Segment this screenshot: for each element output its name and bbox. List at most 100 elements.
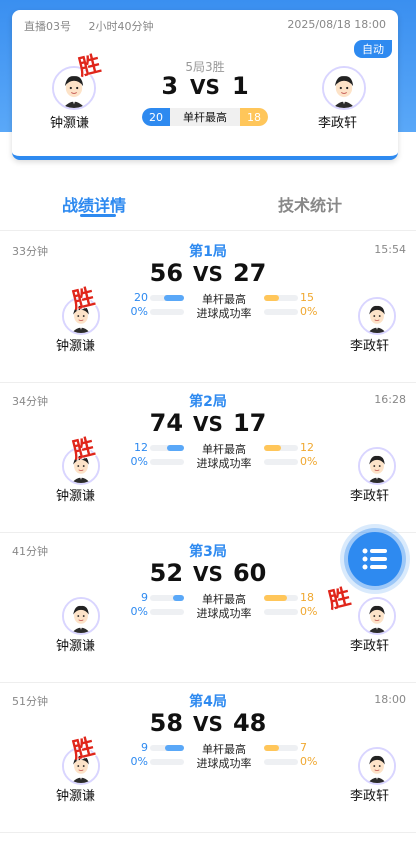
left-game-score: 74 <box>149 409 184 437</box>
game-time: 18:00 <box>374 693 406 706</box>
tab-match-details[interactable]: 战绩详情 <box>62 192 126 216</box>
avatar-image <box>360 749 394 783</box>
left-rate-bar <box>150 759 184 765</box>
list-icon <box>362 548 387 570</box>
right-best-fill <box>264 445 281 451</box>
success-rate-row: 0% 进球成功率 0% <box>130 755 318 770</box>
left-rate-bar <box>150 609 184 615</box>
right-best-value: 7 <box>300 741 307 754</box>
right-best-bar <box>264 595 298 601</box>
right-rate-value: 0% <box>300 755 318 768</box>
game-title: 第2局 <box>189 394 227 410</box>
left-best-fill <box>167 445 184 451</box>
avatar-image <box>360 449 394 483</box>
avatar-image <box>64 599 98 633</box>
menu-fab[interactable] <box>340 524 410 594</box>
avatar-image <box>360 299 394 333</box>
right-best-fill <box>264 295 279 301</box>
left-best-break: 20 <box>142 108 170 126</box>
right-rate-value: 0% <box>300 455 318 468</box>
right-player-avatar[interactable] <box>358 747 396 785</box>
right-best-bar <box>264 445 298 451</box>
left-player-name: 钟灏谦 <box>56 789 96 804</box>
right-game-score: 48 <box>232 709 267 737</box>
vs-label: VS <box>193 412 223 436</box>
right-rate-bar <box>264 309 298 315</box>
game-time: 15:54 <box>374 243 406 256</box>
left-best-bar <box>150 745 184 751</box>
success-rate-label: 进球成功率 <box>196 457 252 470</box>
left-game-score: 56 <box>149 259 184 287</box>
match-datetime: 2025/08/18 18:00 <box>287 18 386 31</box>
best-break-row: 20 单杆最高 15 <box>130 291 316 306</box>
game-score: 58 VS 48 <box>0 709 416 737</box>
left-best-fill <box>173 595 184 601</box>
right-player-avatar[interactable] <box>358 447 396 485</box>
success-rate-label: 进球成功率 <box>196 757 252 770</box>
success-rate-row: 0% 进球成功率 0% <box>130 305 318 320</box>
game-title: 第1局 <box>189 244 227 260</box>
game-card[interactable]: 34分钟 第2局 16:28 74 VS 17 12 单杆最高 12 0% 进球成功率 0% 钟灏谦 李政… <box>0 383 416 533</box>
success-rate-label: 进球成功率 <box>196 607 252 620</box>
game-title: 第4局 <box>189 694 227 710</box>
success-rate-row: 0% 进球成功率 0% <box>130 455 318 470</box>
right-game-score: 17 <box>232 409 267 437</box>
left-rate-bar <box>150 309 184 315</box>
left-best-bar <box>150 295 184 301</box>
right-rate-bar <box>264 759 298 765</box>
left-game-score: 52 <box>149 559 184 587</box>
left-best-value: 9 <box>141 741 148 754</box>
game-card[interactable]: 33分钟 第1局 15:54 56 VS 27 20 单杆最高 15 0% 进球成功率 0% 钟灏谦 李政… <box>0 233 416 383</box>
game-score: 74 VS 17 <box>0 409 416 437</box>
left-total-score: 3 <box>161 72 179 100</box>
left-best-fill <box>165 745 184 751</box>
vs-label: VS <box>193 262 223 286</box>
left-player-avatar[interactable] <box>62 597 100 635</box>
right-player-avatar[interactable] <box>358 297 396 335</box>
right-best-fill <box>264 745 279 751</box>
match-summary-card: 直播03号 2小时40分钟 2025/08/18 18:00 自动 胜 钟灏谦 <box>12 10 398 160</box>
right-best-bar <box>264 745 298 751</box>
left-best-bar <box>150 595 184 601</box>
left-best-value: 12 <box>134 441 148 454</box>
right-rate-bar <box>264 609 298 615</box>
duration-label: 2小时40分钟 <box>88 20 154 33</box>
avatar-image <box>360 599 394 633</box>
active-tab-indicator <box>80 214 116 217</box>
best-break-label: 单杆最高 <box>183 111 227 124</box>
left-player-name: 钟灏谦 <box>56 489 96 504</box>
best-break-row: 9 单杆最高 18 <box>130 591 316 606</box>
best-break-row: 12 单杆最高 12 <box>130 441 316 456</box>
left-game-score: 58 <box>149 709 184 737</box>
left-rate-value: 0% <box>130 305 148 318</box>
right-game-score: 27 <box>232 259 267 287</box>
right-best-value: 18 <box>300 591 314 604</box>
fab-button[interactable] <box>348 532 402 586</box>
right-player-avatar[interactable] <box>358 597 396 635</box>
right-best-fill <box>264 595 287 601</box>
left-best-value: 20 <box>134 291 148 304</box>
summary-header: 直播03号 2小时40分钟 2025/08/18 18:00 <box>24 18 386 34</box>
left-player-name: 钟灏谦 <box>56 339 96 354</box>
divider <box>0 230 416 231</box>
left-player-name: 钟灏谦 <box>50 116 90 131</box>
right-rate-value: 0% <box>300 305 318 318</box>
right-rate-value: 0% <box>300 605 318 618</box>
left-best-fill <box>164 295 184 301</box>
tab-bar: 战绩详情 技术统计 <box>0 180 416 228</box>
left-player-name: 钟灏谦 <box>56 639 96 654</box>
vs-label: VS <box>193 712 223 736</box>
left-rate-value: 0% <box>130 605 148 618</box>
room-label: 直播03号 <box>24 20 71 33</box>
tab-tech-stats[interactable]: 技术统计 <box>278 192 342 216</box>
game-time: 16:28 <box>374 393 406 406</box>
right-player-name: 李政轩 <box>350 639 390 654</box>
game-card[interactable]: 51分钟 第4局 18:00 58 VS 48 9 单杆最高 7 0% 进球成功率 0% 钟灏谦 李政轩胜 <box>0 683 416 833</box>
right-best-value: 15 <box>300 291 314 304</box>
left-best-bar <box>150 445 184 451</box>
game-score: 56 VS 27 <box>0 259 416 287</box>
right-player-name: 李政轩 <box>350 489 390 504</box>
right-game-score: 60 <box>232 559 267 587</box>
match-score: 3 VS 1 <box>12 72 398 100</box>
right-total-score: 1 <box>231 72 249 100</box>
